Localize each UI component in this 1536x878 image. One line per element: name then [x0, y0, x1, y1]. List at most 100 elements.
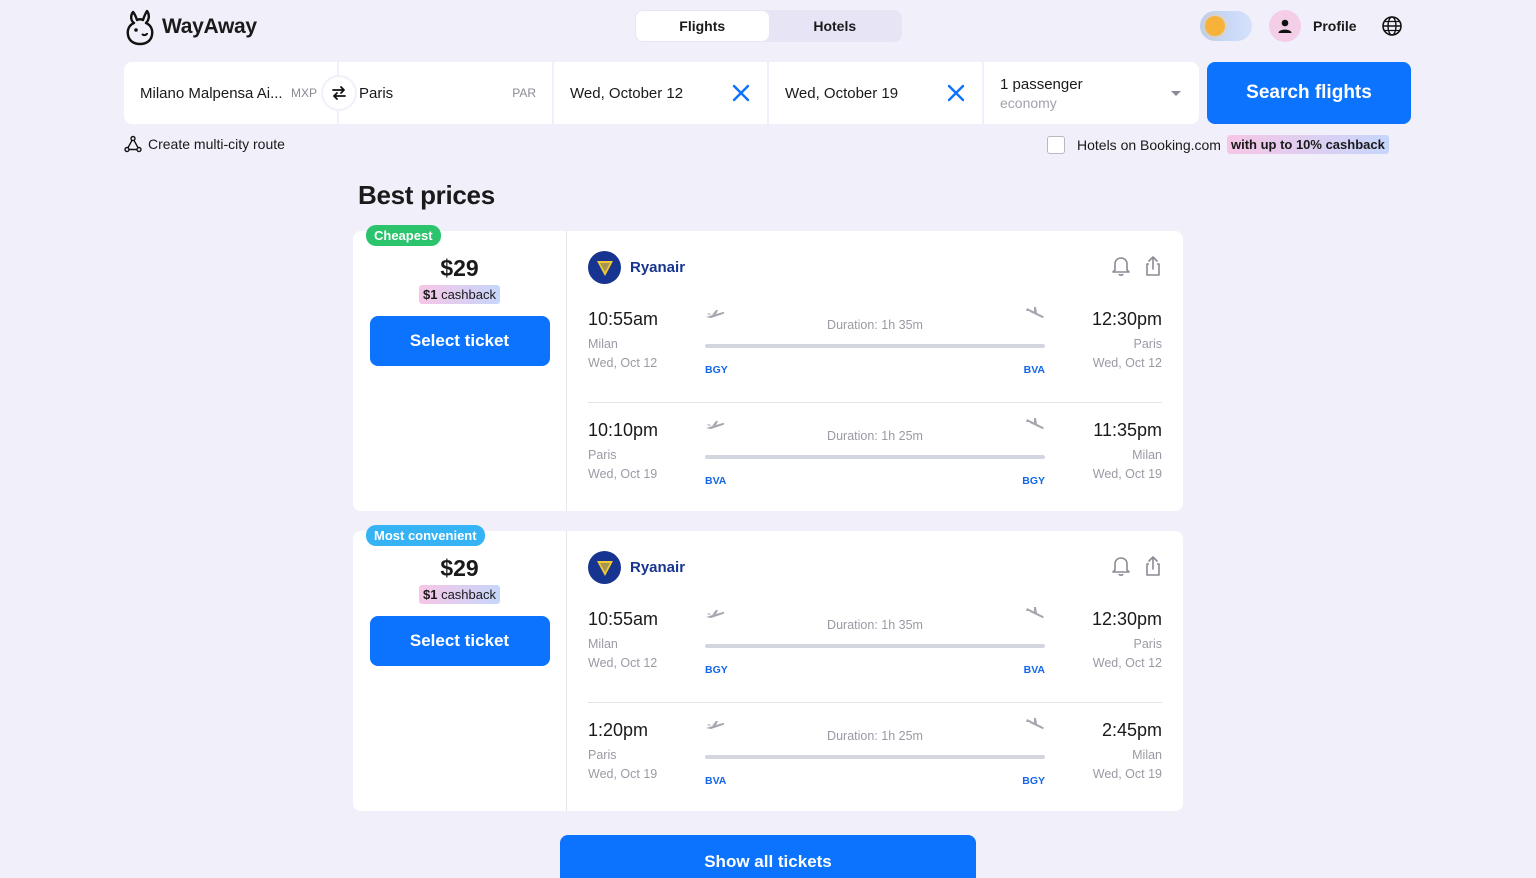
rabbit-logo-icon: [126, 9, 154, 46]
share-icon[interactable]: [1143, 555, 1163, 577]
arrival-city: Milan: [1132, 448, 1162, 462]
profile-label: Profile: [1313, 18, 1357, 34]
depart-date-value: Wed, October 12: [570, 84, 684, 102]
multi-city-link[interactable]: Create multi-city route: [124, 135, 285, 153]
logo-text: WayAway: [162, 15, 257, 38]
departure-airport-code: BGY: [705, 364, 728, 376]
departure-time: 1:20pm: [588, 720, 649, 740]
ticket-actions: [1111, 555, 1163, 577]
clear-return-icon[interactable]: [946, 83, 966, 103]
passengers-field[interactable]: 1 passenger economy: [984, 62, 1199, 124]
flight-duration: Duration: 1h 35m: [827, 618, 923, 632]
select-ticket-button[interactable]: Select ticket: [369, 616, 550, 666]
cheapest-badge: Cheapest: [366, 225, 441, 246]
departure-date: Wed, Oct 19: [588, 767, 658, 781]
ticket-price: $29: [440, 555, 479, 581]
cashback-label: cashback: [441, 587, 496, 602]
product-tabs: Flights Hotels: [635, 10, 902, 42]
duration-bar: [705, 344, 1045, 348]
destination-field[interactable]: Paris PAR: [339, 62, 552, 124]
ryanair-logo-icon: [588, 251, 621, 284]
bell-icon[interactable]: [1111, 555, 1131, 577]
origin-value: Milano Malpensa Ai...: [140, 84, 283, 102]
language-button[interactable]: [1381, 15, 1403, 42]
departure-date: Wed, Oct 12: [588, 356, 658, 370]
arrival-date: Wed, Oct 12: [1092, 656, 1162, 670]
arrival-time: 2:45pm: [1101, 720, 1162, 740]
share-icon[interactable]: [1143, 255, 1163, 277]
theme-toggle[interactable]: [1200, 11, 1252, 41]
departure-airport-code: BVA: [705, 475, 727, 487]
departure-time: 10:55am: [588, 309, 659, 329]
show-all-tickets-button[interactable]: Show all tickets: [560, 835, 976, 878]
hotels-label: Hotels on Booking.com: [1077, 136, 1221, 153]
sun-icon: [1205, 16, 1225, 36]
avatar: [1269, 10, 1301, 42]
flight-track: Duration: 1h 35m BGY BVA: [705, 300, 1045, 380]
passengers-value: 1 passenger: [1000, 75, 1083, 93]
profile-button[interactable]: Profile: [1269, 10, 1357, 42]
arrival-time: 12:30pm: [1091, 609, 1162, 629]
cashback-badge: $1 cashback: [418, 585, 500, 604]
multi-city-label: Create multi-city route: [148, 136, 285, 152]
search-form: Milano Malpensa Ai... MXP Paris PAR Wed,…: [124, 62, 1201, 124]
flight-duration: Duration: 1h 35m: [827, 318, 923, 332]
departure-city: Milan: [588, 637, 618, 651]
flight-duration: Duration: 1h 25m: [827, 729, 923, 743]
arrival-date: Wed, Oct 19: [1092, 467, 1162, 481]
clear-depart-icon[interactable]: [731, 83, 751, 103]
arrival-city: Paris: [1133, 637, 1162, 651]
ticket-card: Most convenient $29 $1 cashback Select t…: [353, 525, 1183, 811]
flight-leg-return: 10:10pm Paris Wed, Oct 19 Duration: 1h 2…: [588, 403, 1162, 514]
return-date-value: Wed, October 19: [785, 84, 899, 102]
bell-icon[interactable]: [1111, 255, 1131, 277]
departure-city: Paris: [588, 448, 617, 462]
search-flights-button[interactable]: Search flights: [1207, 62, 1411, 124]
cashback-amount: $1: [422, 287, 438, 302]
destination-value: Paris: [359, 84, 394, 102]
depart-date-field[interactable]: Wed, October 12: [554, 62, 767, 124]
departure-airport-code: BVA: [705, 775, 727, 787]
flight-leg-return: 1:20pm Paris Wed, Oct 19 Duration: 1h 25…: [588, 703, 1162, 814]
select-ticket-button[interactable]: Select ticket: [369, 316, 550, 366]
duration-bar: [705, 644, 1045, 648]
logo[interactable]: WayAway: [124, 8, 257, 46]
plane-landing-icon: [1026, 607, 1044, 618]
hotels-checkbox[interactable]: [1047, 135, 1065, 154]
hotels-option[interactable]: Hotels on Booking.com with up to 10% cas…: [1047, 135, 1389, 154]
tab-flights[interactable]: Flights: [636, 11, 769, 41]
duration-bar: [705, 755, 1045, 759]
chevron-down-icon: [1171, 91, 1181, 96]
cashback-badge: $1 cashback: [418, 285, 500, 304]
airline-name[interactable]: Ryanair: [630, 259, 685, 276]
plane-landing-icon: [1026, 418, 1044, 429]
route-nodes-icon: [124, 135, 142, 153]
globe-icon: [1382, 16, 1402, 36]
user-icon: [1278, 19, 1292, 33]
cabin-value: economy: [1000, 94, 1057, 111]
origin-field[interactable]: Milano Malpensa Ai... MXP: [124, 62, 337, 124]
ticket-price: $29: [440, 255, 479, 281]
airline: Ryanair: [588, 251, 1162, 284]
origin-code: MXP: [290, 86, 317, 100]
tab-hotels[interactable]: Hotels: [769, 11, 902, 41]
departure-airport-code: BGY: [705, 664, 728, 676]
departure-city: Milan: [588, 337, 618, 351]
airline: Ryanair: [588, 551, 1162, 584]
ticket-details: Ryanair 10:55am Milan Wed, Oct 12 Durati…: [567, 231, 1183, 511]
cashback-amount: $1: [422, 587, 438, 602]
departure-date: Wed, Oct 12: [588, 656, 658, 670]
destination-code: PAR: [512, 86, 536, 100]
return-date-field[interactable]: Wed, October 19: [769, 62, 982, 124]
swap-route-button[interactable]: [323, 77, 355, 109]
arrival-date: Wed, Oct 19: [1092, 767, 1162, 781]
departure-city: Paris: [588, 748, 617, 762]
arrival-time: 11:35pm: [1093, 420, 1162, 440]
arrival-airport-code: BVA: [1023, 664, 1045, 676]
show-all-label: Show all tickets: [704, 852, 832, 871]
arrival-airport-code: BVA: [1023, 364, 1045, 376]
ticket-details: Ryanair 10:55am Milan Wed, Oct 12 Durati…: [567, 531, 1183, 811]
airline-name[interactable]: Ryanair: [630, 559, 685, 576]
ticket-price-panel: Most convenient $29 $1 cashback Select t…: [353, 525, 567, 811]
arrival-airport-code: BGY: [1022, 475, 1045, 487]
